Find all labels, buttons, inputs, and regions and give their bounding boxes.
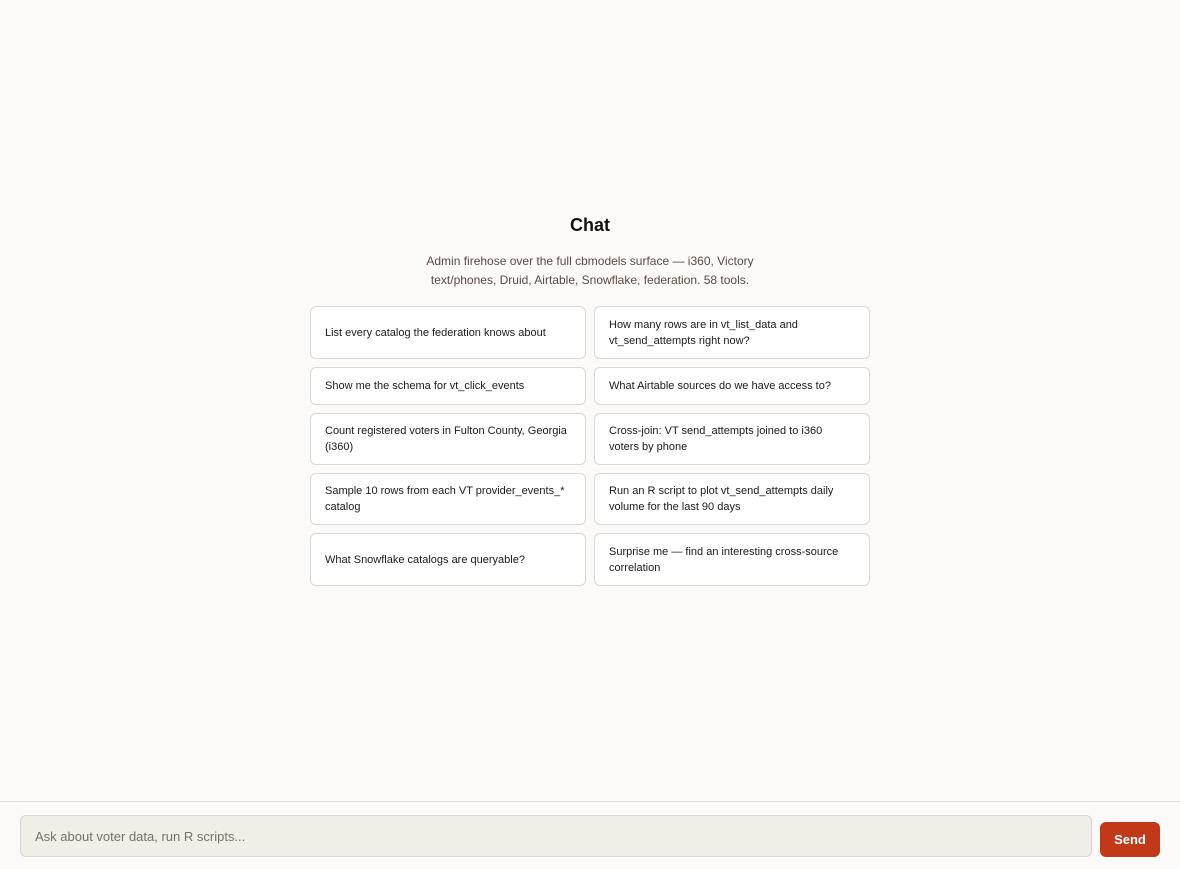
suggestion-card[interactable]: Surprise me — find an interesting cross-…	[594, 533, 870, 586]
suggestion-card[interactable]: What Airtable sources do we have access …	[594, 367, 870, 405]
suggestion-card[interactable]: Run an R script to plot vt_send_attempts…	[594, 473, 870, 525]
send-button[interactable]: Send	[1100, 822, 1160, 857]
suggestion-card[interactable]: Cross-join: VT send_attempts joined to i…	[594, 413, 870, 465]
chat-empty-state: Chat Admin firehose over the full cbmode…	[0, 0, 1180, 801]
suggestion-card[interactable]: Count registered voters in Fulton County…	[310, 413, 586, 465]
suggestion-card[interactable]: What Snowflake catalogs are queryable?	[310, 533, 586, 586]
suggestion-card[interactable]: List every catalog the federation knows …	[310, 306, 586, 359]
suggestion-grid: List every catalog the federation knows …	[310, 306, 870, 586]
chat-input[interactable]	[20, 815, 1092, 857]
page-subtitle: Admin firehose over the full cbmodels su…	[410, 252, 770, 290]
suggestion-card[interactable]: How many rows are in vt_list_data and vt…	[594, 306, 870, 359]
page-title: Chat	[570, 215, 610, 235]
subtitle-line-1: Admin firehose over the full cbmodels su…	[426, 254, 754, 268]
suggestion-card[interactable]: Show me the schema for vt_click_events	[310, 367, 586, 405]
subtitle-line-2: text/phones, Druid, Airtable, Snowflake,…	[430, 273, 750, 287]
suggestion-card[interactable]: Sample 10 rows from each VT provider_eve…	[310, 473, 586, 525]
composer-bar: Send	[0, 801, 1180, 869]
